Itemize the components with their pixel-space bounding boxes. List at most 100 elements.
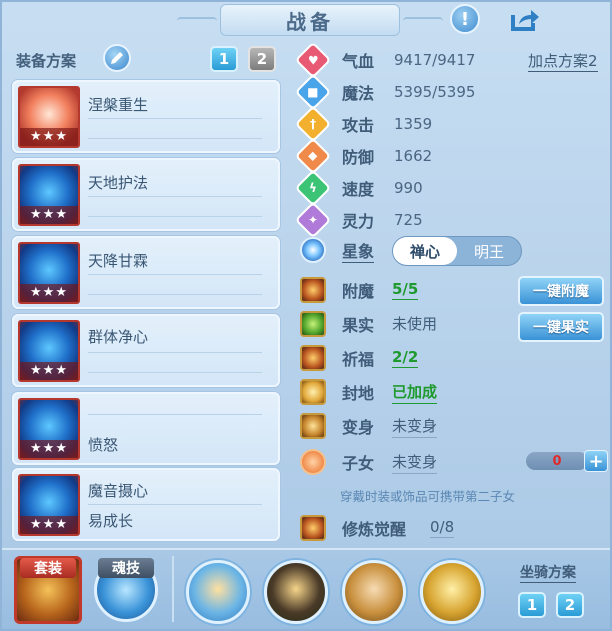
pet-slot-3[interactable] — [342, 560, 406, 624]
star-rating: ★★★ — [20, 128, 78, 146]
pet-slot-2[interactable] — [264, 560, 328, 624]
feature-label: 附魔 — [342, 282, 375, 301]
divider — [88, 352, 262, 353]
divider — [88, 216, 262, 217]
stat-row-mp: ■ 魔法 5395/5395 — [294, 73, 476, 111]
divider — [88, 294, 262, 295]
transform-icon — [300, 413, 326, 439]
divider — [88, 504, 262, 505]
equip-name: 魔音摄心 — [88, 482, 149, 500]
stat-value: 5395/5395 — [394, 83, 476, 101]
divider — [88, 196, 262, 197]
star-rating: ★★★ — [20, 362, 78, 380]
star-sign-label[interactable]: 星象 — [342, 238, 375, 263]
lightning-icon: ϟ — [294, 169, 332, 207]
mount-scheme-label: 坐骑方案 — [520, 562, 576, 583]
equip-icon: ★★★ — [18, 164, 80, 226]
equip-name: 天降甘霖 — [88, 252, 149, 270]
star-rating: ★★★ — [20, 206, 78, 224]
edit-scheme-button[interactable] — [103, 44, 131, 72]
star-sign-icon — [300, 237, 326, 263]
star-option-zenxin[interactable]: 禅心 — [393, 237, 457, 265]
stat-row-spirit: ✦ 灵力 725 — [294, 201, 423, 239]
stat-label: 防御 — [342, 148, 375, 167]
fief-icon — [300, 379, 326, 405]
info-button[interactable]: ! — [450, 4, 480, 34]
feature-value[interactable]: 0/8 — [430, 518, 455, 538]
feature-label: 祈福 — [342, 350, 375, 369]
feature-value[interactable]: 已加成 — [392, 381, 438, 404]
plus-icon: + — [588, 450, 604, 472]
stat-value: 9417/9417 — [394, 51, 476, 69]
stat-row-speed: ϟ 速度 990 — [294, 169, 423, 207]
share-button[interactable] — [508, 6, 542, 34]
equip-slot-2[interactable]: ★★★ 天地护法 — [12, 158, 280, 231]
feature-label: 变身 — [342, 418, 375, 437]
star-rating: ★★★ — [20, 440, 78, 458]
star-option-mingwang[interactable]: 明王 — [457, 237, 521, 265]
feature-blessing: 祈福 2/2 — [300, 344, 419, 372]
equip-icon: ★★★ — [18, 398, 80, 460]
stat-row-hp: ♥ 气血 9417/9417 — [294, 41, 476, 79]
set-label: 套装 — [20, 558, 76, 578]
equip-slot-5[interactable]: ★★★ 愤怒 — [12, 392, 280, 465]
blessing-icon — [300, 345, 326, 371]
pet-slot-1[interactable] — [186, 560, 250, 624]
one-click-enchant-button[interactable]: 一键附魔 — [518, 276, 604, 306]
stat-value: 725 — [394, 211, 423, 229]
feature-value[interactable]: 未变身 — [392, 451, 438, 474]
feature-cultivation: 修炼觉醒 0/8 — [300, 514, 455, 542]
feature-value[interactable]: 5/5 — [392, 280, 419, 300]
divider — [172, 556, 174, 622]
add-child-button[interactable]: + — [584, 450, 608, 472]
shield-icon: ◆ — [294, 137, 332, 175]
children-hint-text: 穿戴时装或饰品可携带第二子女 — [340, 489, 516, 504]
stat-label: 攻击 — [342, 116, 375, 135]
fruit-icon — [300, 311, 326, 337]
equip-icon: ★★★ — [18, 86, 80, 148]
sword-icon: † — [294, 105, 332, 143]
equip-slot-1[interactable]: ★★★ 涅槃重生 — [12, 80, 280, 153]
pet-slot-4[interactable] — [420, 560, 484, 624]
mount-scheme-tab-1[interactable]: 1 — [518, 592, 546, 618]
mana-icon: ■ — [294, 73, 332, 111]
stat-row-defense: ◆ 防御 1662 — [294, 137, 433, 175]
equip-scheme-tab-2[interactable]: 2 — [248, 46, 276, 72]
stat-label: 灵力 — [342, 212, 375, 231]
stat-value: 990 — [394, 179, 423, 197]
feature-enchant: 附魔 5/5 — [300, 276, 419, 304]
equip-sub-name: 易成长 — [88, 512, 134, 530]
stat-row-attack: † 攻击 1359 — [294, 105, 432, 143]
one-click-fruit-button[interactable]: 一键果实 — [518, 312, 604, 342]
mount-scheme-tab-2[interactable]: 2 — [556, 592, 584, 618]
feature-value[interactable]: 未变身 — [392, 415, 438, 438]
sparkle-icon: ✦ — [294, 201, 332, 239]
equip-name: 天地护法 — [88, 174, 149, 192]
equip-slot-4[interactable]: ★★★ 群体净心 — [12, 314, 280, 387]
stat-label: 速度 — [342, 180, 375, 199]
point-plan-link[interactable]: 加点方案2 — [528, 50, 598, 72]
pencil-icon — [111, 52, 123, 64]
heart-icon: ♥ — [294, 41, 332, 79]
divider — [88, 138, 262, 139]
star-sign-toggle[interactable]: 禅心 明王 — [392, 236, 522, 266]
equip-slot-6[interactable]: ★★★ 魔音摄心 易成长 — [12, 468, 280, 541]
stat-value: 1662 — [394, 147, 433, 165]
equip-name: 涅槃重生 — [88, 96, 149, 114]
equip-scheme-tab-1[interactable]: 1 — [210, 46, 238, 72]
exclamation-icon: ! — [460, 8, 470, 30]
equip-scheme-label: 装备方案 — [16, 52, 77, 70]
feature-label: 子女 — [342, 454, 375, 473]
children-count-field: 0 — [526, 452, 588, 470]
star-rating: ★★★ — [20, 284, 78, 302]
star-rating: ★★★ — [20, 516, 78, 534]
equip-slot-3[interactable]: ★★★ 天降甘霖 — [12, 236, 280, 309]
title-banner: 战备 — [177, 4, 443, 36]
soul-skill-label: 魂技 — [98, 558, 154, 578]
divider — [88, 414, 262, 415]
cultivation-icon — [300, 515, 326, 541]
divider — [88, 274, 262, 275]
feature-value[interactable]: 2/2 — [392, 348, 419, 368]
stat-label: 魔法 — [342, 84, 375, 103]
equip-icon: ★★★ — [18, 242, 80, 304]
